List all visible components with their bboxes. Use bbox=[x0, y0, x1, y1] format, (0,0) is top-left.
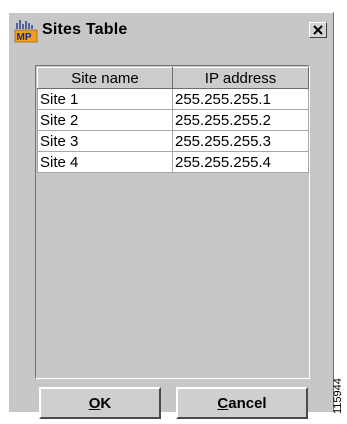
sites-table[interactable]: Site name IP address Site 1 255.255.255.… bbox=[35, 65, 310, 379]
title-bar[interactable]: MP Sites Table bbox=[11, 15, 331, 45]
svg-text:MP: MP bbox=[17, 32, 32, 43]
column-header-ip-address[interactable]: IP address bbox=[172, 67, 309, 89]
site-name-cell[interactable]: Site 4 bbox=[37, 151, 173, 173]
site-name-cell[interactable]: Site 2 bbox=[37, 109, 173, 131]
close-icon bbox=[313, 25, 323, 35]
ok-label: K bbox=[100, 394, 112, 412]
cancel-button[interactable]: Cancel bbox=[176, 387, 308, 419]
ip-address-cell[interactable]: 255.255.255.4 bbox=[172, 151, 309, 173]
ok-mnemonic: O bbox=[88, 394, 101, 412]
figure-id-watermark: 115944 bbox=[332, 378, 344, 414]
sites-table-dialog: MP Sites Table Site name IP address Site… bbox=[8, 12, 334, 419]
ip-address-cell[interactable]: 255.255.255.3 bbox=[172, 130, 309, 152]
window-title: Sites Table bbox=[42, 21, 128, 38]
ip-address-cell[interactable]: 255.255.255.2 bbox=[172, 109, 309, 131]
site-name-cell[interactable]: Site 3 bbox=[37, 130, 173, 152]
cancel-label: ancel bbox=[228, 394, 267, 412]
site-name-cell[interactable]: Site 1 bbox=[37, 88, 173, 110]
mp-app-icon: MP bbox=[14, 19, 40, 43]
ok-button[interactable]: OK bbox=[39, 387, 161, 419]
table-row[interactable]: Site 1 255.255.255.1 bbox=[37, 88, 309, 110]
table-row[interactable]: Site 2 255.255.255.2 bbox=[37, 109, 309, 131]
table-header-row: Site name IP address bbox=[37, 67, 309, 89]
table-row[interactable]: Site 3 255.255.255.3 bbox=[37, 130, 309, 152]
close-button[interactable] bbox=[309, 22, 327, 38]
table-row[interactable]: Site 4 255.255.255.4 bbox=[37, 151, 309, 173]
cancel-mnemonic: C bbox=[217, 394, 229, 412]
column-header-site-name[interactable]: Site name bbox=[37, 67, 173, 89]
ip-address-cell[interactable]: 255.255.255.1 bbox=[172, 88, 309, 110]
